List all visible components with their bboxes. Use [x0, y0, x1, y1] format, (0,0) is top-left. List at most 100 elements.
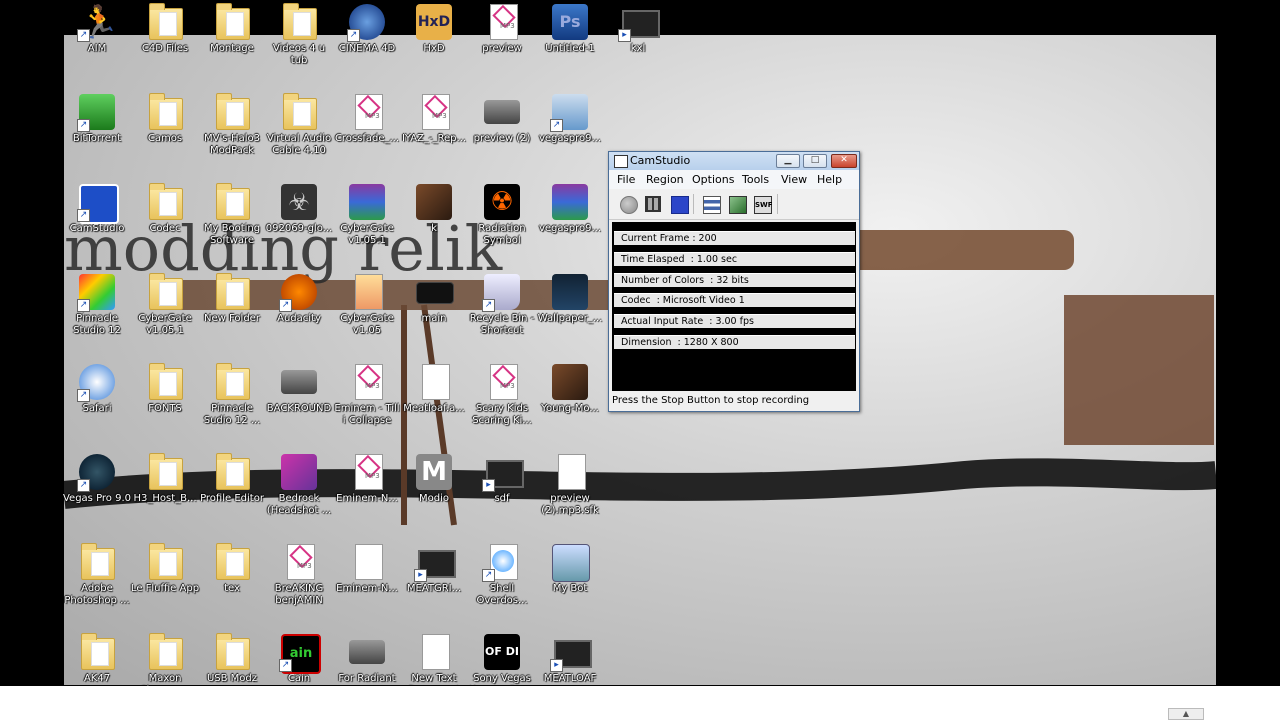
desktop-icon[interactable]: MV's-Halo3 ModPack [197, 92, 267, 157]
desktop-icon[interactable]: Bedrock (Headshot ... [264, 452, 334, 517]
desktop-icon[interactable]: ↗ Pinnacle Studio 12 [62, 272, 132, 337]
menu-tools[interactable]: Tools [742, 173, 769, 186]
desktop-icon-label: 092069-glo... [265, 223, 333, 234]
desktop-icon[interactable]: vegaspro9... [535, 182, 605, 235]
file-icon [414, 632, 454, 672]
desktop-icon[interactable]: Meatloaf.a... [399, 362, 469, 415]
desktop-icon[interactable]: My Bot [535, 542, 605, 595]
desktop-icon[interactable]: Young-Mo... [535, 362, 605, 415]
desktop-icon[interactable]: Camos [130, 92, 200, 145]
folder-icon [212, 362, 252, 402]
menu-bar: File Region Options Tools View Help [609, 170, 859, 189]
mp3-icon: MP3 [347, 362, 387, 402]
desktop-icon[interactable]: Ps Untitled-1 [535, 2, 605, 55]
desktop-icon[interactable]: C4D Files [130, 2, 200, 55]
desktop-icon[interactable]: M Modio [399, 452, 469, 505]
desktop-icon[interactable]: ▸ MEATLOAF [535, 632, 605, 685]
desktop-icon[interactable]: My Booting Software [197, 182, 267, 247]
menu-region[interactable]: Region [646, 173, 684, 186]
desktop-icon[interactable]: ▸ sdf [467, 452, 537, 505]
desktop-icon[interactable]: Wallpaper_... [535, 272, 605, 325]
desktop-icon[interactable]: ↗ CamStudio [62, 182, 132, 235]
title-bar[interactable]: CamStudio ▁ □ ✕ [609, 152, 859, 170]
stat-colors: Number of Colors : 32 bits [614, 273, 855, 287]
annotation-icon[interactable] [729, 196, 747, 214]
swf-producer-icon[interactable]: SWF [754, 196, 773, 214]
desktop-icon[interactable]: HxD HxD [399, 2, 469, 55]
desktop-icon[interactable]: Montage [197, 2, 267, 55]
menu-help[interactable]: Help [817, 173, 842, 186]
desktop-icon-label: Recycle Bin - Shortcut [469, 313, 535, 336]
desktop-icon[interactable]: main [399, 272, 469, 325]
photo-icon [550, 362, 590, 402]
scroll-up-arrow-icon[interactable]: ▲ [1168, 708, 1204, 720]
desktop-icon[interactable]: MP3 Scary Kids Scaring Ki... [467, 362, 537, 427]
desktop-icon-label: preview (2) [473, 133, 531, 144]
desktop-icon[interactable]: ↗ CINEMA 4D [332, 2, 402, 55]
desktop-icon[interactable]: MP3 BreAKING benjAMIN [264, 542, 334, 607]
desktop-icon[interactable]: Profile Editor [197, 452, 267, 505]
desktop-icon[interactable]: 🏃 ↗ AIM [62, 2, 132, 55]
desktop-icon[interactable]: Eminem-N... [332, 542, 402, 595]
desktop-icon-label: H3_Host_B... [133, 493, 197, 504]
folder-icon [212, 92, 252, 132]
desktop-icon-label: FONTS [148, 403, 182, 414]
desktop-icon[interactable]: MP3 Eminem-N... [332, 452, 402, 505]
desktop-icon[interactable]: ain ↗ Cain [264, 632, 334, 685]
file-icon [347, 542, 387, 582]
desktop-icon[interactable]: ↗ vegaspro9... [535, 92, 605, 145]
desktop-icon[interactable]: H3_Host_B... [130, 452, 200, 505]
desktop-icon[interactable]: Virtual Audio Cable 4.10 [264, 92, 334, 157]
desktop-icon[interactable]: MP3 Eminem - Till i Collapse [332, 362, 402, 427]
desktop-icon[interactable]: CyberGate v1.05 [332, 272, 402, 337]
desktop-icon[interactable]: Videos 4 u tub [264, 2, 334, 67]
desktop-icon[interactable]: Adobe Photoshop ... [62, 542, 132, 607]
menu-file[interactable]: File [617, 173, 635, 186]
desktop-icon[interactable]: ↗ BitTorrent [62, 92, 132, 145]
desktop-icon[interactable]: For Radiant [332, 632, 402, 685]
record-button[interactable] [620, 196, 638, 214]
folder-icon [145, 542, 185, 582]
desktop-icon[interactable]: preview (2).mp3.sfk [535, 452, 605, 517]
desktop-icon[interactable]: MP3 Crossfade_... [332, 92, 402, 145]
desktop-icon[interactable]: BACKROUND [264, 362, 334, 415]
desktop-icon-label: Crossfade_... [334, 133, 400, 144]
desktop-icon[interactable]: ☣ 092069-glo... [264, 182, 334, 235]
desktop-icon[interactable]: Codec [130, 182, 200, 235]
desktop-icon[interactable]: FONTS [130, 362, 200, 415]
desktop-icon[interactable]: USB Modz [197, 632, 267, 685]
desktop-icon-label: vegaspro9... [538, 223, 601, 234]
desktop-icon[interactable]: AK47 [62, 632, 132, 685]
pause-button[interactable] [645, 196, 661, 212]
menu-options[interactable]: Options [692, 173, 734, 186]
desktop-icon[interactable]: ↗ Safari [62, 362, 132, 415]
region-icon[interactable] [703, 196, 721, 214]
desktop-icon[interactable]: CyberGate v1.05.1 [130, 272, 200, 337]
maximize-button[interactable]: □ [803, 154, 827, 168]
minimize-button[interactable]: ▁ [776, 154, 800, 168]
stat-dimension: Dimension : 1280 X 800 [614, 335, 855, 349]
menu-view[interactable]: View [781, 173, 807, 186]
desktop-icon[interactable]: MP3 preview [467, 2, 537, 55]
desktop-icon[interactable]: k [399, 182, 469, 235]
desktop-icon[interactable]: ▸ MEATGRI... [399, 542, 469, 595]
desktop-icon[interactable]: ↗ Vegas Pro 9.0 [62, 452, 132, 505]
desktop-icon[interactable]: ↗ Shell Overdos... [467, 542, 537, 607]
desktop-icon[interactable]: preview (2) [467, 92, 537, 145]
desktop-icon[interactable]: MP3 IYAZ_-_Rep... [399, 92, 469, 145]
folder-icon [145, 182, 185, 222]
folder-icon [145, 92, 185, 132]
desktop-icon[interactable]: ▸ kxl [603, 2, 673, 55]
desktop-icon[interactable]: ↗ Audacity [264, 272, 334, 325]
desktop-icon[interactable]: Pinnacle Sudio 12 ... [197, 362, 267, 427]
desktop-icon[interactable]: CyberGate v1.05.1 [332, 182, 402, 247]
bedrock-icon [279, 452, 319, 492]
desktop-icon[interactable]: Le Fluffie App [130, 542, 200, 595]
desktop-icon[interactable]: ↗ Recycle Bin - Shortcut [467, 272, 537, 337]
desktop-icon[interactable]: ☢ Radiation Symbol [467, 182, 537, 247]
close-button[interactable]: ✕ [831, 154, 857, 168]
stop-button[interactable] [671, 196, 689, 214]
desktop-icon[interactable]: tex [197, 542, 267, 595]
folder-icon [212, 542, 252, 582]
desktop-icon[interactable]: New Folder [197, 272, 267, 325]
